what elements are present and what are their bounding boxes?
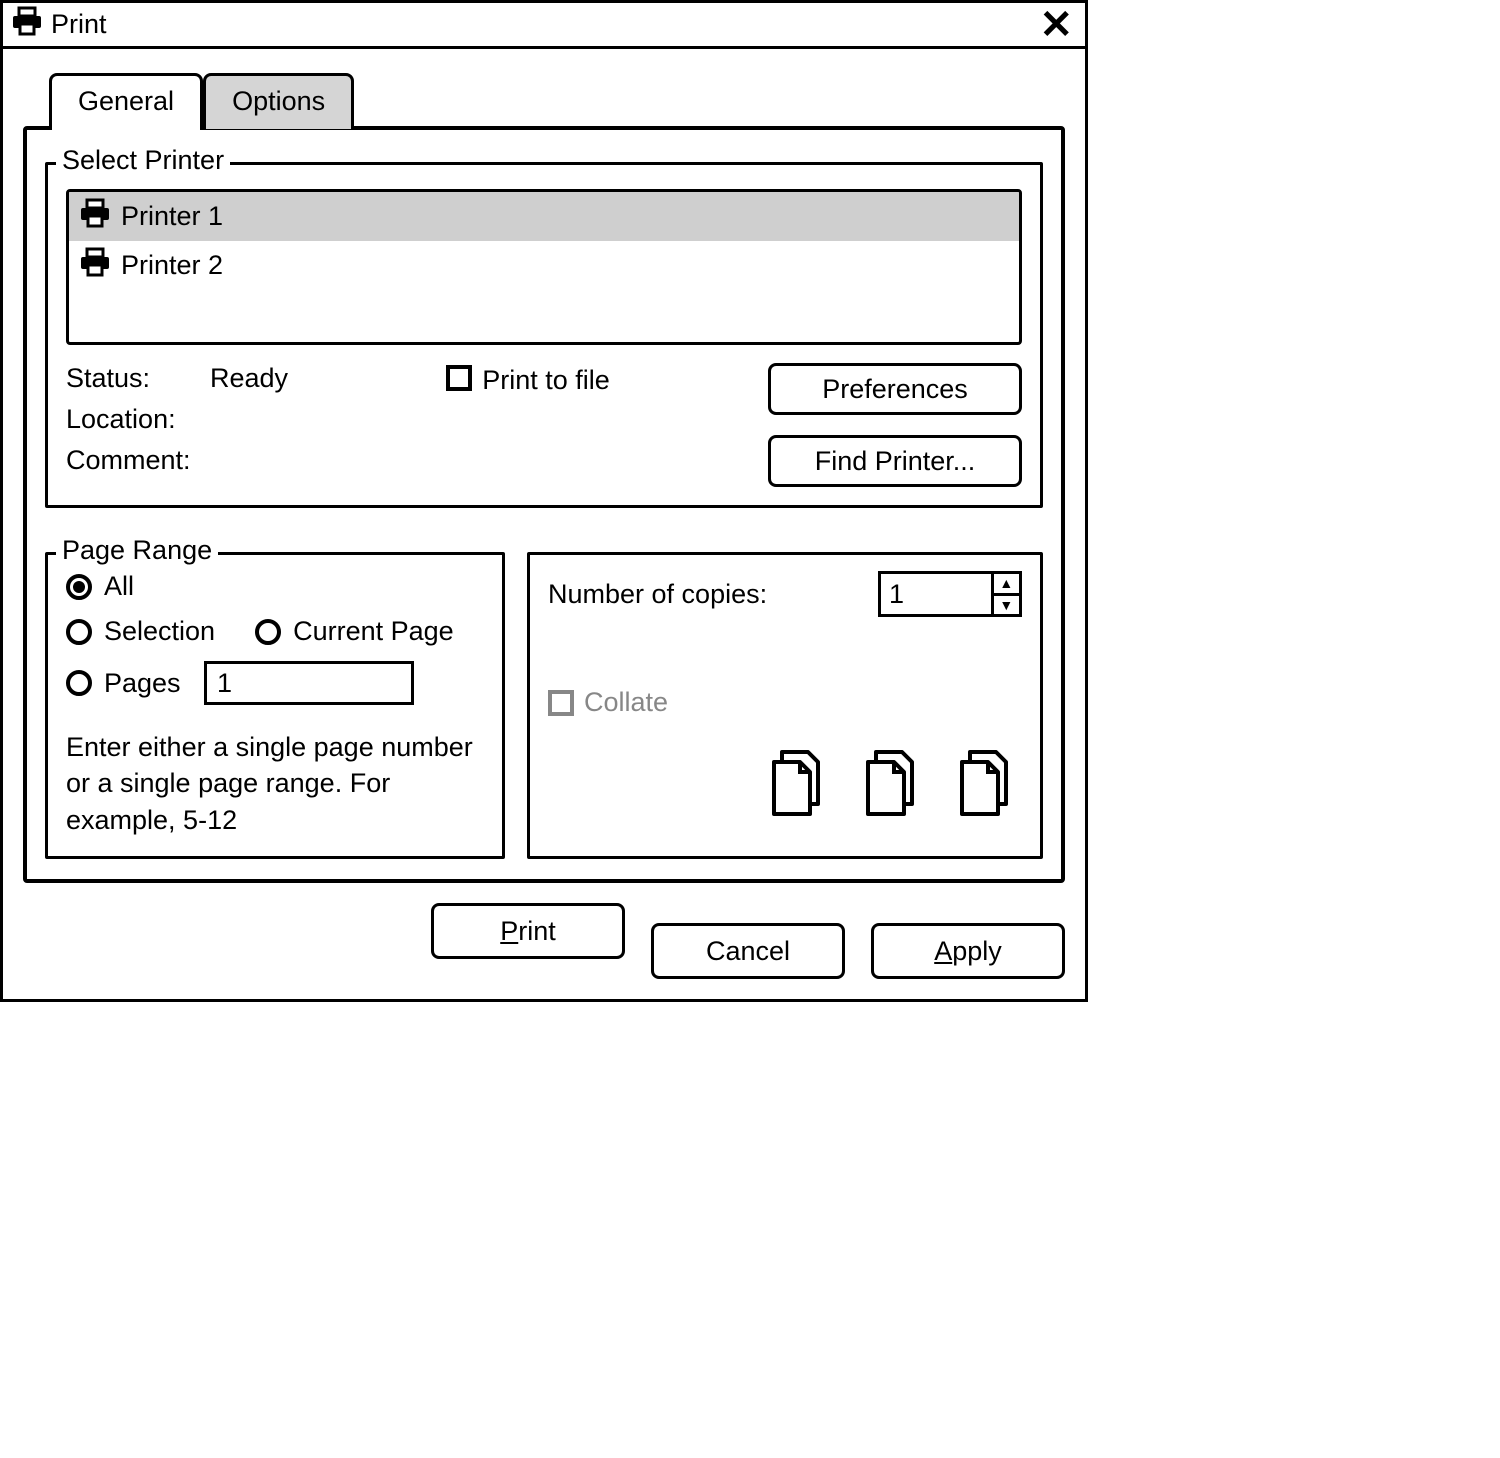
printer-meta: Status: Ready Location: Comment: — [66, 363, 288, 486]
printer-list: Printer 1 Printer 2 — [66, 189, 1022, 345]
radio-current-page[interactable] — [255, 619, 281, 645]
button-label: Cancel — [706, 936, 790, 967]
cancel-button[interactable]: Cancel — [651, 923, 845, 979]
group-select-printer: Select Printer Printer 1 — [45, 162, 1043, 508]
location-label: Location: — [66, 404, 186, 435]
radio-label: Selection — [104, 616, 215, 647]
radio-selection-row: Selection — [66, 616, 215, 647]
preferences-button[interactable]: Preferences — [768, 363, 1022, 415]
printer-icon — [11, 6, 43, 43]
radio-selection[interactable] — [66, 619, 92, 645]
copies-down[interactable]: ▼ — [994, 596, 1019, 615]
copies-spinner: ▲ ▼ — [878, 571, 1022, 617]
printer-icon — [79, 198, 111, 235]
pages-stack-icon — [956, 748, 1016, 827]
collate-illustration — [548, 748, 1022, 827]
client-area: General Options Select Printer — [3, 49, 1085, 999]
find-printer-button[interactable]: Find Printer... — [768, 435, 1022, 487]
tab-label: Options — [232, 86, 325, 116]
radio-all-row: All — [66, 571, 484, 602]
tabstrip: General Options — [49, 73, 1065, 129]
page-range-hint: Enter either a single page number or a s… — [66, 729, 484, 838]
radio-label: Current Page — [293, 616, 454, 647]
copies-input[interactable] — [881, 574, 991, 614]
pages-input[interactable] — [204, 661, 414, 705]
group-copies: Number of copies: ▲ ▼ Collate — [527, 552, 1043, 859]
radio-pages[interactable] — [66, 670, 92, 696]
status-label: Status: — [66, 363, 186, 394]
status-value: Ready — [210, 363, 288, 394]
printer-list-item[interactable]: Printer 1 — [69, 192, 1019, 241]
close-button[interactable]: ✕ — [1035, 5, 1077, 45]
printer-name: Printer 1 — [121, 201, 223, 232]
print-to-file-wrap: Print to file — [446, 365, 610, 396]
copies-up[interactable]: ▲ — [994, 574, 1019, 596]
print-dialog-window: Print ✕ General Options Select Printer — [0, 0, 1088, 1002]
collate-checkbox — [548, 690, 574, 716]
tab-options[interactable]: Options — [203, 73, 354, 129]
radio-label: Pages — [104, 668, 204, 699]
pages-stack-icon — [768, 748, 828, 827]
radio-pages-row: Pages — [66, 661, 484, 705]
radio-all[interactable] — [66, 574, 92, 600]
tab-panel-general: Select Printer Printer 1 — [23, 126, 1065, 883]
print-to-file-label: Print to file — [482, 365, 610, 396]
button-label: Preferences — [822, 374, 968, 405]
apply-button[interactable]: Apply — [871, 923, 1065, 979]
print-to-file-checkbox[interactable] — [446, 365, 472, 391]
window-title: Print — [51, 9, 107, 40]
group-page-range: Page Range All Selection Current Page — [45, 552, 505, 859]
printer-name: Printer 2 — [121, 250, 223, 281]
button-label: Find Printer... — [815, 446, 976, 477]
collate-label: Collate — [584, 687, 668, 718]
radio-label: All — [104, 571, 134, 602]
button-label: Print — [500, 916, 556, 947]
print-button[interactable]: Print — [431, 903, 625, 959]
dialog-footer: Print Cancel Apply — [23, 903, 1065, 979]
printer-icon — [79, 247, 111, 284]
group-legend: Select Printer — [56, 145, 230, 176]
tab-general[interactable]: General — [49, 73, 203, 129]
button-label: Apply — [934, 936, 1002, 967]
radio-current-page-row: Current Page — [255, 616, 454, 647]
titlebar: Print ✕ — [3, 3, 1085, 49]
copies-label: Number of copies: — [548, 579, 767, 610]
pages-stack-icon — [862, 748, 922, 827]
printer-list-item[interactable]: Printer 2 — [69, 241, 1019, 290]
tab-label: General — [78, 86, 174, 116]
group-legend: Page Range — [56, 535, 218, 566]
comment-label: Comment: — [66, 445, 191, 476]
side-buttons: Preferences Find Printer... — [768, 363, 1022, 487]
